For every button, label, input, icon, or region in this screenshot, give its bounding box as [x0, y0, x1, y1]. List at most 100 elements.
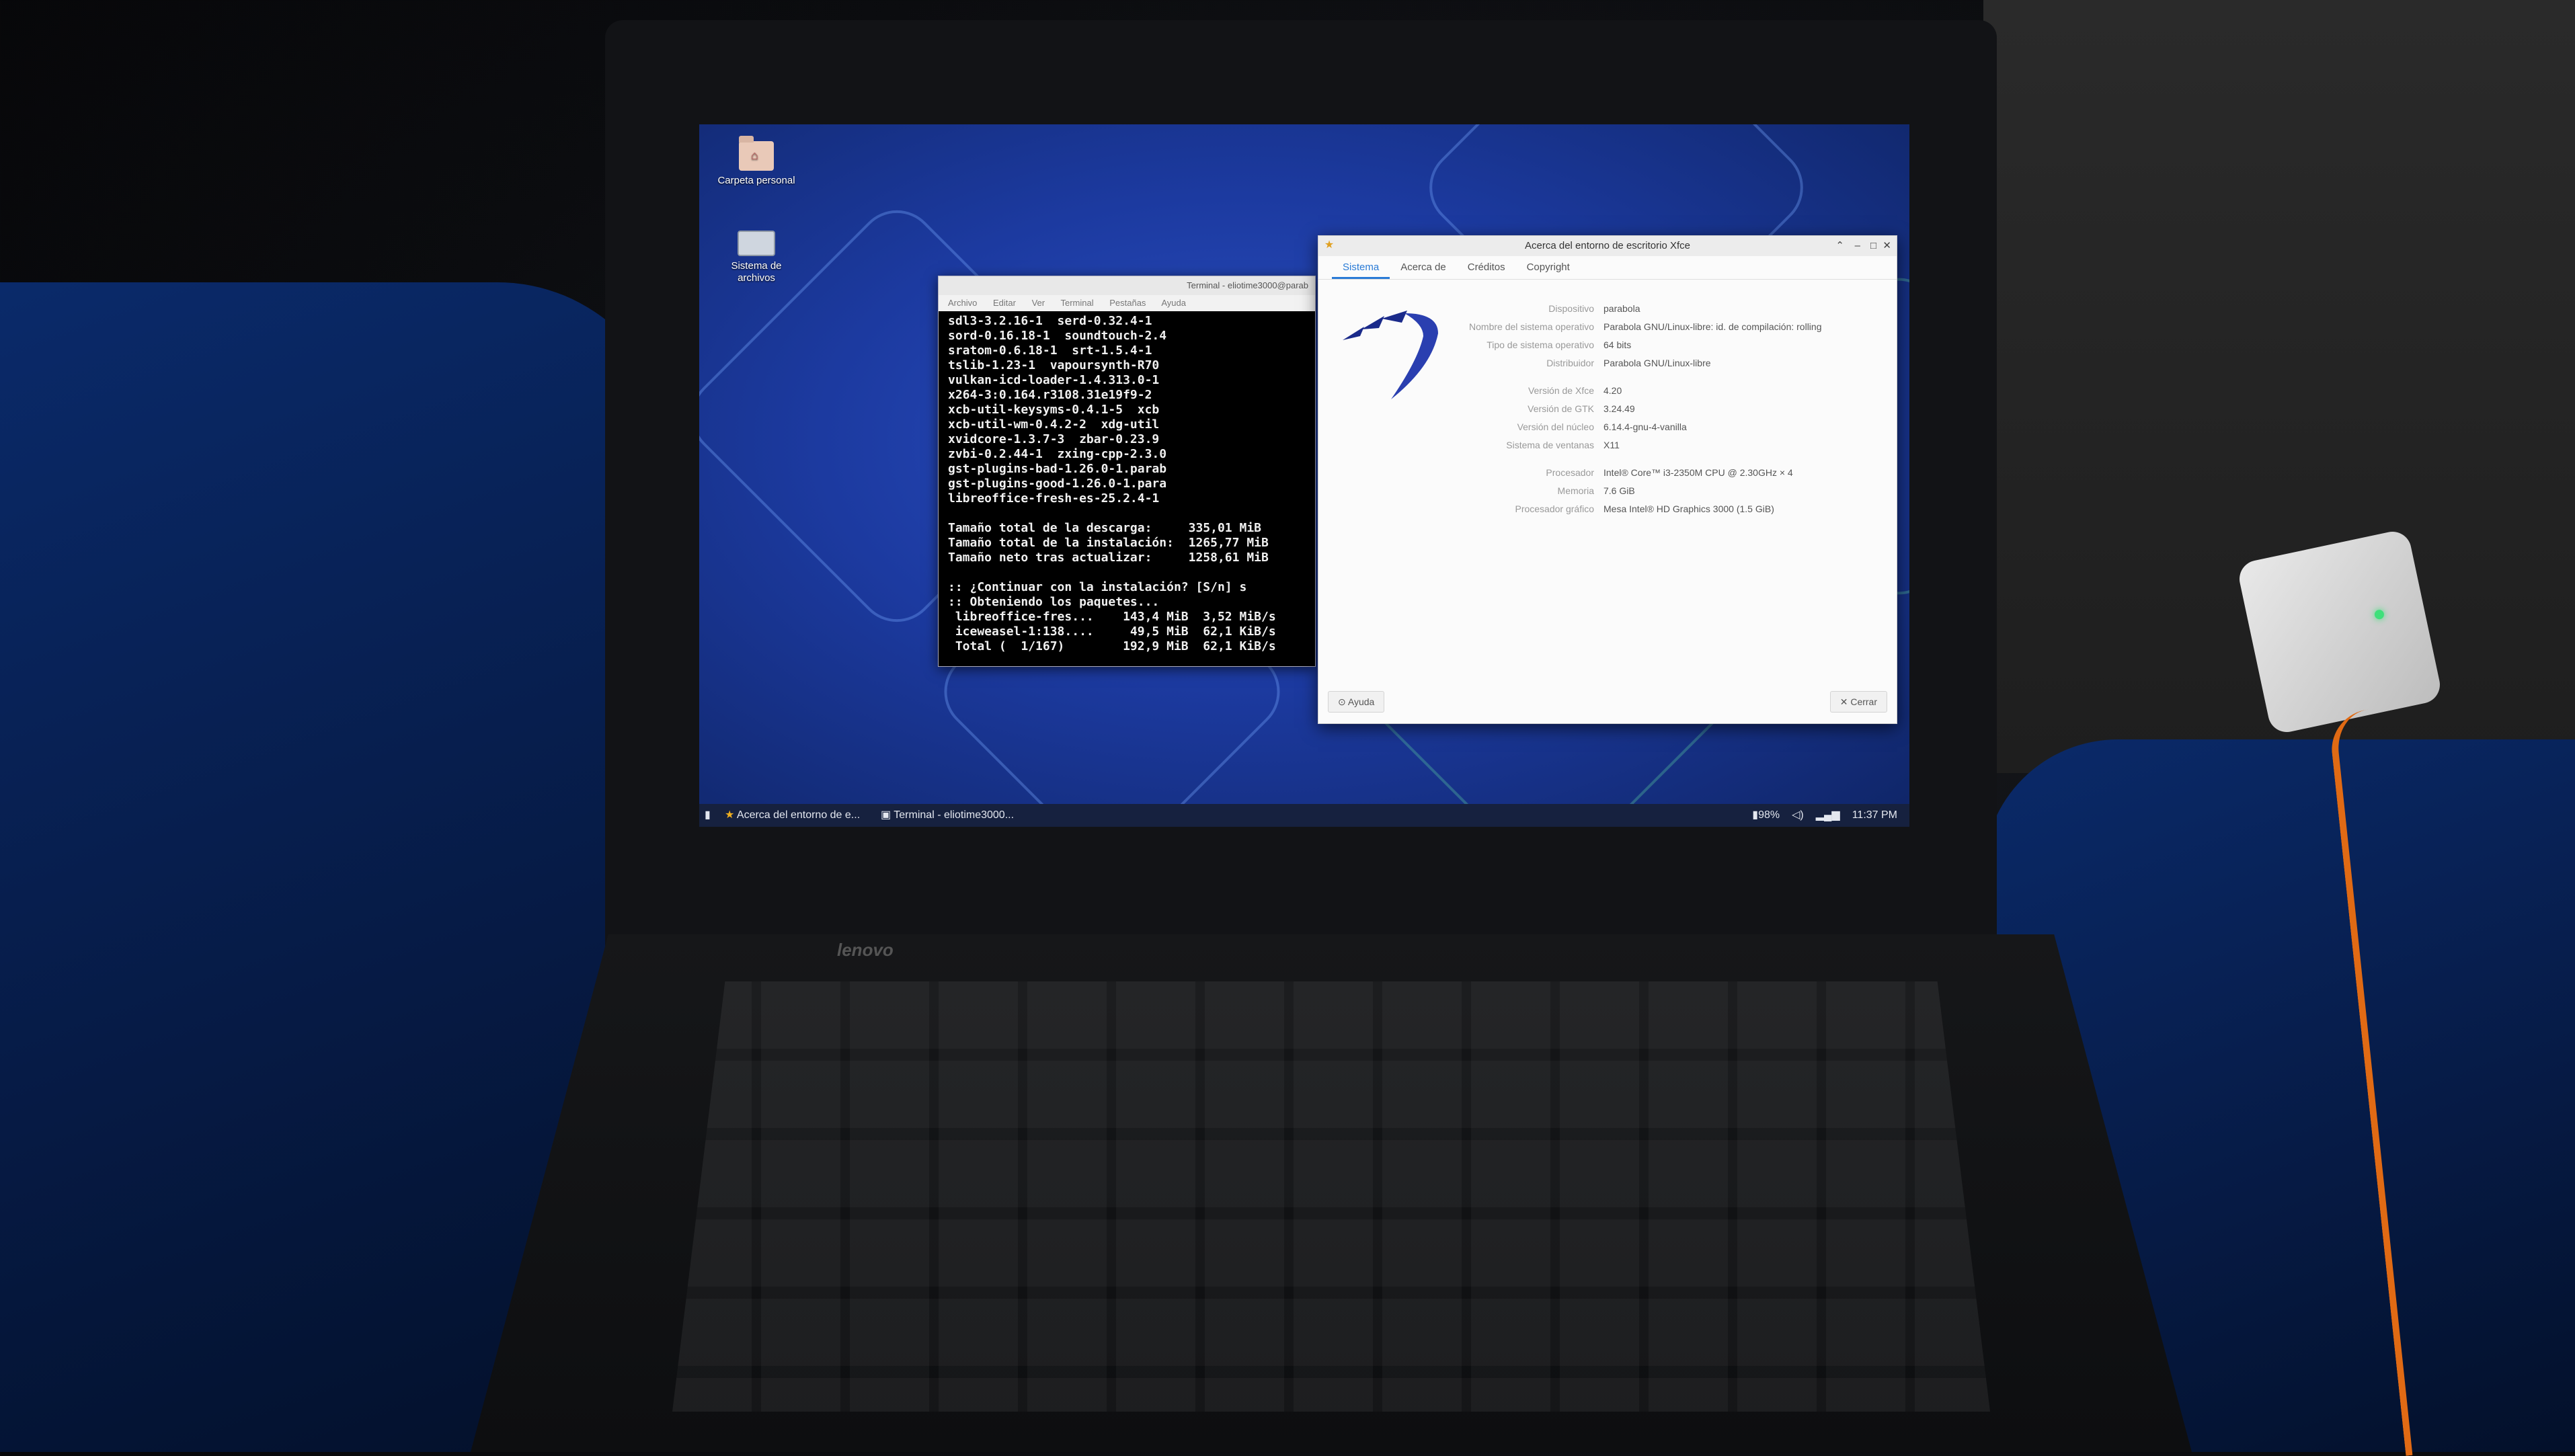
- info-value[interactable]: 64 bits: [1603, 336, 1631, 354]
- menu-editar[interactable]: Editar: [993, 298, 1016, 308]
- system-info-panel: Dispositivo parabola Nombre del sistema op…: [1318, 280, 1897, 656]
- info-key: Procesador: [1546, 467, 1594, 478]
- close-icon[interactable]: ✕: [1883, 236, 1891, 256]
- home-folder-icon: ⌂: [739, 136, 774, 171]
- terminal-line: gst-plugins-bad-1.26.0-1.parab: [948, 462, 1167, 476]
- parabola-logo: [1343, 311, 1438, 399]
- info-key: Versión de Xfce: [1528, 385, 1594, 396]
- taskbar-item-about[interactable]: ★ Acerca del entorno de e...: [725, 804, 860, 827]
- info-value[interactable]: 7.6 GiB: [1603, 482, 1635, 500]
- info-row: Procesador gráfico Mesa Intel® HD Graphic…: [1453, 500, 1883, 518]
- laptop-screen: ⌂ Carpeta personal Sistema de archivos T…: [699, 124, 1909, 827]
- info-key: Versión del núcleo: [1517, 421, 1594, 432]
- xfce-app-icon: ★: [1324, 239, 1335, 251]
- terminal-line: sord-0.16.18-1 soundtouch-2.4: [948, 329, 1167, 343]
- info-row: Memoria 7.6 GiB: [1453, 482, 1883, 500]
- laptop-brand: lenovo: [837, 940, 894, 960]
- terminal-line: iceweasel-1:138.... 49,5 MiB 62,1 KiB/s: [948, 624, 1276, 639]
- tab-acerca-de[interactable]: Acerca de: [1390, 256, 1457, 279]
- menu-pestanas[interactable]: Pestañas: [1109, 298, 1146, 308]
- terminal-line: libreoffice-fresh-es-25.2.4-1: [948, 491, 1160, 505]
- collapse-icon[interactable]: ⌃: [1835, 236, 1844, 256]
- info-key: Versión de GTK: [1528, 403, 1594, 414]
- terminal-line: :: ¿Continuar con la instalación? [S/n] …: [948, 580, 1247, 594]
- terminal-line: :: Obteniendo los paquetes...: [948, 595, 1160, 609]
- help-button[interactable]: ⊙ Ayuda: [1328, 691, 1385, 713]
- dialog-title: Acerca del entorno de escritorio Xfce: [1525, 240, 1690, 251]
- info-key: Memoria: [1557, 485, 1594, 496]
- dialog-titlebar[interactable]: ★ Acerca del entorno de escritorio Xfce …: [1318, 236, 1897, 256]
- tab-copyright[interactable]: Copyright: [1516, 256, 1581, 279]
- volume-icon[interactable]: ◁): [1792, 804, 1804, 827]
- minimize-icon[interactable]: –: [1855, 236, 1860, 256]
- terminal-line: Tamaño total de la descarga: 335,01 MiB: [948, 521, 1261, 535]
- xfce-task-icon: ★: [725, 809, 737, 821]
- info-row: Versión de GTK 3.24.49: [1453, 400, 1883, 418]
- battery-indicator[interactable]: ▮98%: [1752, 804, 1780, 827]
- info-row: Versión del núcleo 6.14.4-gnu-4-vanilla: [1453, 418, 1883, 436]
- info-value[interactable]: X11: [1603, 436, 1620, 454]
- info-row: Dispositivo parabola: [1453, 300, 1883, 318]
- battery-percent: 98%: [1758, 809, 1780, 821]
- terminal-line: vulkan-icd-loader-1.4.313.0-1: [948, 373, 1160, 387]
- info-value[interactable]: 3.24.49: [1603, 400, 1635, 418]
- terminal-line: Tamaño total de la instalación: 1265,77 …: [948, 536, 1269, 550]
- about-xfce-dialog[interactable]: ★ Acerca del entorno de escritorio Xfce …: [1318, 235, 1897, 724]
- info-row: Sistema de ventanas X11: [1453, 436, 1883, 454]
- task-label: Acerca del entorno de e...: [736, 809, 861, 821]
- terminal-window[interactable]: Terminal - eliotime3000@parab Archivo Ed…: [938, 276, 1316, 667]
- menu-ver[interactable]: Ver: [1032, 298, 1045, 308]
- help-label: Ayuda: [1347, 696, 1375, 707]
- info-value[interactable]: parabola: [1603, 300, 1640, 318]
- info-row: Tipo de sistema operativo 64 bits: [1453, 336, 1883, 354]
- info-value[interactable]: Mesa Intel® HD Graphics 3000 (1.5 GiB): [1603, 500, 1774, 518]
- info-value[interactable]: Parabola GNU/Linux-libre: [1603, 354, 1711, 372]
- terminal-line: xvidcore-1.3.7-3 zbar-0.23.9: [948, 432, 1160, 446]
- drive-icon: [738, 231, 775, 256]
- terminal-line: xcb-util-keysyms-0.4.1-5 xcb: [948, 403, 1160, 417]
- terminal-menubar: Archivo Editar Ver Terminal Pestañas Ayu…: [939, 295, 1315, 311]
- tab-sistema[interactable]: Sistema: [1332, 256, 1390, 279]
- terminal-line: x264-3:0.164.r3108.31e19f9-2: [948, 388, 1152, 402]
- info-key: Distribuidor: [1546, 358, 1594, 368]
- terminal-titlebar[interactable]: Terminal - eliotime3000@parab: [939, 276, 1315, 295]
- battery-icon: ▮: [1752, 809, 1759, 821]
- taskbar-item-terminal[interactable]: ▣ Terminal - eliotime3000...: [881, 804, 1014, 827]
- system-info-rows: Dispositivo parabola Nombre del sistema op…: [1453, 300, 1883, 518]
- info-row: Versión de Xfce 4.20: [1453, 382, 1883, 400]
- desktop-icon-filesystem[interactable]: Sistema de archivos: [716, 231, 797, 284]
- info-value[interactable]: Parabola GNU/Linux-libre: id. de compila…: [1603, 318, 1822, 336]
- terminal-title: Terminal - eliotime3000@parab: [1187, 280, 1308, 290]
- terminal-line: Total ( 1/167) 192,9 MiB 62,1 KiB/s: [948, 639, 1276, 653]
- desktop-icon-home[interactable]: ⌂ Carpeta personal: [716, 136, 797, 187]
- info-key: Dispositivo: [1548, 303, 1594, 314]
- task-label: Terminal - eliotime3000...: [894, 809, 1015, 821]
- info-value[interactable]: Intel® Core™ i3-2350M CPU @ 2.30GHz × 4: [1603, 464, 1793, 482]
- menu-archivo[interactable]: Archivo: [948, 298, 977, 308]
- info-value[interactable]: 6.14.4-gnu-4-vanilla: [1603, 418, 1687, 436]
- close-button[interactable]: ✕ Cerrar: [1829, 691, 1887, 713]
- info-row: Procesador Intel® Core™ i3-2350M CPU @ 2.…: [1453, 464, 1883, 482]
- info-key: Procesador gráfico: [1515, 503, 1594, 514]
- terminal-task-icon: ▣: [881, 809, 894, 821]
- info-key: Tipo de sistema operativo: [1487, 339, 1594, 350]
- terminal-output[interactable]: sdl3-3.2.16-1 serd-0.32.4-1 sord-0.16.18-…: [939, 311, 1315, 654]
- network-icon[interactable]: ▂▄▆: [1816, 804, 1840, 827]
- info-value[interactable]: 4.20: [1603, 382, 1622, 400]
- desktop-icon-label: Sistema de archivos: [731, 260, 782, 284]
- maximize-icon[interactable]: □: [1870, 236, 1876, 256]
- menu-ayuda[interactable]: Ayuda: [1161, 298, 1186, 308]
- info-key: Nombre del sistema operativo: [1469, 321, 1594, 332]
- terminal-line: Tamaño neto tras actualizar: 1258,61 MiB: [948, 551, 1269, 565]
- panel-menu-icon[interactable]: ▮: [705, 804, 711, 827]
- dialog-footer: ⊙ Ayuda ✕ Cerrar: [1318, 682, 1897, 723]
- menu-terminal[interactable]: Terminal: [1060, 298, 1093, 308]
- terminal-line: tslib-1.23-1 vapoursynth-R70: [948, 358, 1160, 372]
- close-x-icon: ✕: [1839, 696, 1851, 707]
- keyboard-keys: [672, 981, 1990, 1412]
- tab-creditos[interactable]: Créditos: [1457, 256, 1516, 279]
- clock[interactable]: 11:37 PM: [1852, 804, 1897, 827]
- close-label: Cerrar: [1850, 696, 1877, 707]
